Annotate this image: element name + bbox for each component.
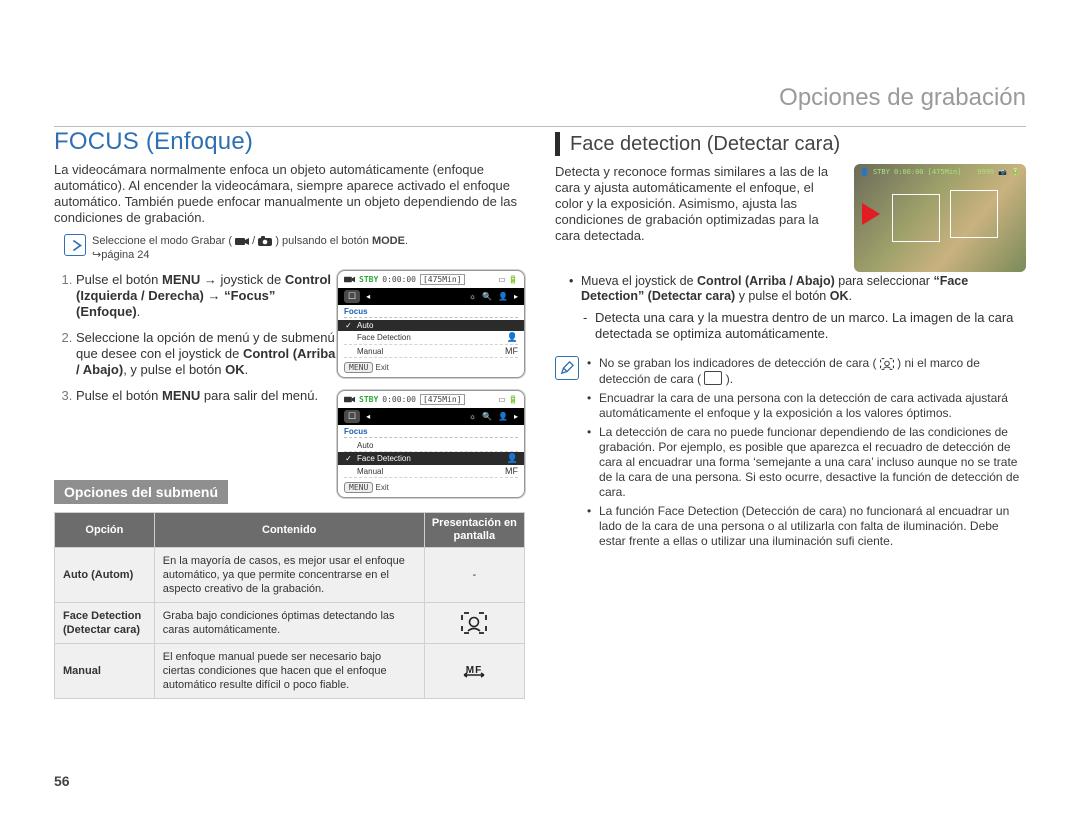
right-column: Face detection (Detectar cara) Detecta y… [555, 128, 1026, 699]
face-box-icon [950, 190, 998, 238]
face-detection-heading: Face detection (Detectar cara) [570, 133, 840, 156]
face-detection-preview: 👤 STBY 0:00:00 [475Min] 9999 📷 🔋 [854, 164, 1026, 272]
face-detection-intro: Detecta y reconoce formas similares a la… [555, 164, 842, 244]
step-2: Seleccione la opción de menú y de submen… [76, 330, 336, 378]
menu-title: Focus [344, 307, 518, 318]
focus-intro: La videocámara normalmente enfoca un obj… [54, 162, 525, 226]
face-detect-icon [880, 358, 894, 370]
movie-mode-icon [235, 236, 249, 247]
frame-icon [704, 371, 722, 385]
note-pencil-icon [555, 356, 579, 380]
notes-block: No se graban los indicadores de detecció… [555, 356, 1026, 553]
left-column: FOCUS (Enfoque) La videocámara normalmen… [54, 128, 525, 699]
step-1: Pulse el botón MENU → joystick de Contro… [76, 272, 336, 320]
table-row: Face Detection (Detectar cara) Graba baj… [55, 603, 525, 644]
camera-menu-screenshot-2: STBY0:00:00[475Min]▭ 🔋 ☐◂☼🔍👤▸ Focus Auto… [337, 390, 525, 498]
check-box-icon [64, 234, 86, 256]
menu-title: Focus [344, 427, 518, 438]
note-item: No se graban los indicadores de detecció… [587, 356, 1026, 387]
face-detect-icon [461, 612, 487, 634]
submenu-options-heading: Opciones del submenú [54, 480, 228, 504]
table-header-display: Presentación en pantalla [424, 513, 524, 548]
movie-mode-icon [344, 275, 355, 284]
note-item: La función Face Detection (Detección de … [587, 504, 1026, 549]
menu-tab-icon: ☐ [344, 290, 360, 303]
breadcrumb: Opciones de grabación [779, 84, 1026, 112]
camera-menu-screenshot-1: STBY0:00:00[475Min]▭ 🔋 ☐◂☼🔍👤▸ Focus ✓Aut… [337, 270, 525, 378]
section-bar-icon [555, 132, 560, 156]
play-triangle-icon [862, 203, 880, 225]
menu-tab-icon: ☐ [344, 410, 360, 423]
table-header-content: Contenido [154, 513, 424, 548]
table-header-option: Opción [55, 513, 155, 548]
instruction-move-joystick: Mueva el joystick de Control (Arriba / A… [569, 274, 1026, 304]
note-item: Encuadrar la cara de una persona con la … [587, 391, 1026, 421]
face-box-icon [892, 194, 940, 242]
photo-mode-icon [258, 236, 272, 247]
movie-mode-icon [344, 395, 355, 404]
manual-focus-icon: MF [460, 660, 488, 682]
submenu-options-table: Opción Contenido Presentación en pantall… [54, 512, 525, 699]
focus-heading: FOCUS (Enfoque) [54, 128, 525, 156]
note-item: La detección de cara no puede funcionar … [587, 425, 1026, 500]
table-row: Auto (Autom) En la mayoría de casos, es … [55, 548, 525, 603]
step-3: Pulse el botón MENU para salir del menú. [76, 388, 336, 404]
divider [54, 126, 1026, 127]
page-number: 56 [54, 773, 70, 789]
mode-note: Seleccione el modo Grabar ( / ) pulsando… [64, 234, 525, 262]
table-row: Manual El enfoque manual puede ser neces… [55, 644, 525, 699]
instruction-detect-result: Detecta una cara y la muestra dentro de … [583, 310, 1026, 342]
